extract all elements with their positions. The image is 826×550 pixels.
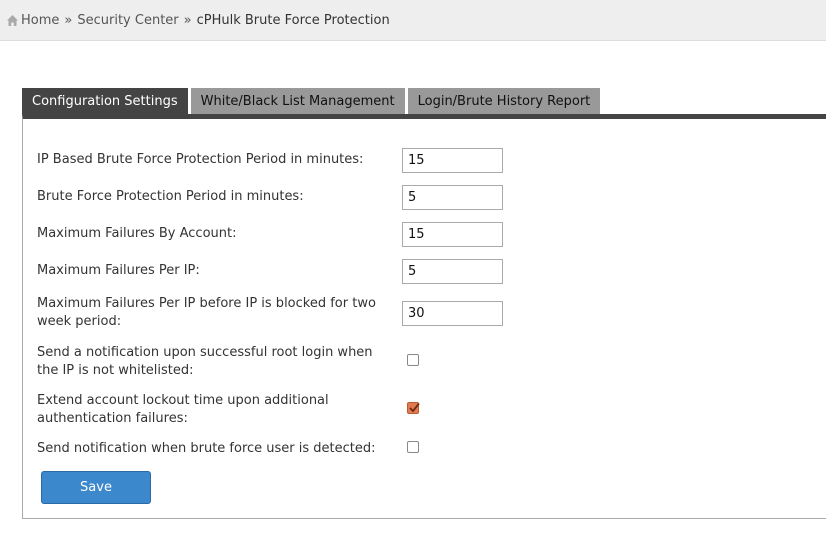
max-fail-ip-label: Maximum Failures Per IP: bbox=[37, 263, 200, 278]
notify-brute-user-label: Send notification when brute force user … bbox=[37, 441, 376, 456]
breadcrumb-current: cPHulk Brute Force Protection bbox=[196, 12, 390, 28]
ip-period-input[interactable] bbox=[402, 147, 503, 173]
checkmark-icon bbox=[409, 402, 420, 413]
notify-root-login-checkbox[interactable] bbox=[407, 354, 419, 366]
save-button[interactable]: Save bbox=[41, 471, 151, 504]
max-fail-ip-twoweek-label: Maximum Failures Per IP before IP is blo… bbox=[37, 296, 376, 329]
setting-row-max-fail-ip: Maximum Failures Per IP: bbox=[37, 258, 817, 284]
home-icon[interactable] bbox=[6, 14, 19, 27]
ip-period-label: IP Based Brute Force Protection Period i… bbox=[37, 152, 364, 167]
setting-row-notify-brute-user: Send notification when brute force user … bbox=[37, 439, 817, 459]
setting-row-bf-period: Brute Force Protection Period in minutes… bbox=[37, 184, 817, 210]
extend-lockout-label: Extend account lockout time upon additio… bbox=[37, 393, 329, 426]
setting-row-extend-lockout: Extend account lockout time upon additio… bbox=[37, 391, 817, 429]
breadcrumb-separator: » bbox=[183, 12, 192, 28]
tab-white-black-list-management[interactable]: White/Black List Management bbox=[190, 88, 405, 115]
setting-row-max-fail-ip-twoweek: Maximum Failures Per IP before IP is blo… bbox=[37, 294, 817, 332]
tab-login-brute-history-report[interactable]: Login/Brute History Report bbox=[407, 88, 601, 115]
setting-row-notify-root-login: Send a notification upon successful root… bbox=[37, 343, 817, 381]
max-fail-ip-twoweek-input[interactable] bbox=[402, 300, 503, 326]
configuration-panel: IP Based Brute Force Protection Period i… bbox=[22, 114, 826, 519]
setting-row-ip-period: IP Based Brute Force Protection Period i… bbox=[37, 147, 817, 173]
setting-row-max-fail-account: Maximum Failures By Account: bbox=[37, 221, 817, 247]
breadcrumb-home-link[interactable]: Home bbox=[21, 13, 59, 28]
tab-bar: Configuration Settings White/Black List … bbox=[22, 88, 603, 115]
breadcrumb-separator: » bbox=[64, 12, 73, 28]
bf-period-label: Brute Force Protection Period in minutes… bbox=[37, 189, 304, 204]
max-fail-account-label: Maximum Failures By Account: bbox=[37, 226, 237, 241]
notify-root-login-label: Send a notification upon successful root… bbox=[37, 345, 373, 378]
breadcrumb: Home » Security Center » cPHulk Brute Fo… bbox=[0, 0, 826, 41]
notify-brute-user-checkbox[interactable] bbox=[407, 441, 419, 453]
tab-configuration-settings[interactable]: Configuration Settings bbox=[22, 88, 188, 115]
bf-period-input[interactable] bbox=[402, 184, 503, 210]
extend-lockout-checkbox[interactable] bbox=[407, 402, 420, 414]
max-fail-account-input[interactable] bbox=[402, 221, 503, 247]
breadcrumb-security-center-link[interactable]: Security Center bbox=[77, 13, 178, 28]
max-fail-ip-input[interactable] bbox=[402, 258, 503, 284]
